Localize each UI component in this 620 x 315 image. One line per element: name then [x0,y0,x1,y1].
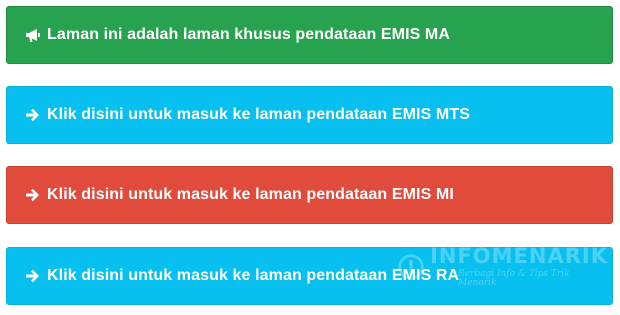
arrow-right-icon [25,107,41,123]
emis-mi-link-banner[interactable]: Klik disini untuk masuk ke laman pendata… [6,166,613,224]
emis-mts-link-banner[interactable]: Klik disini untuk masuk ke laman pendata… [6,86,613,144]
emis-mts-link-text[interactable]: Klik disini untuk masuk ke laman pendata… [47,106,470,124]
emis-ma-info-banner: Laman ini adalah laman khusus pendataan … [6,6,613,64]
emis-ra-link-banner[interactable]: Klik disini untuk masuk ke laman pendata… [6,247,613,305]
arrow-right-icon [25,187,41,203]
emis-page: Laman ini adalah laman khusus pendataan … [0,0,620,315]
bullhorn-icon [25,27,41,43]
emis-mi-link-text[interactable]: Klik disini untuk masuk ke laman pendata… [47,186,454,204]
arrow-right-icon [25,268,41,284]
emis-ma-info-text: Laman ini adalah laman khusus pendataan … [47,26,451,43]
emis-ra-link-text[interactable]: Klik disini untuk masuk ke laman pendata… [47,267,459,285]
